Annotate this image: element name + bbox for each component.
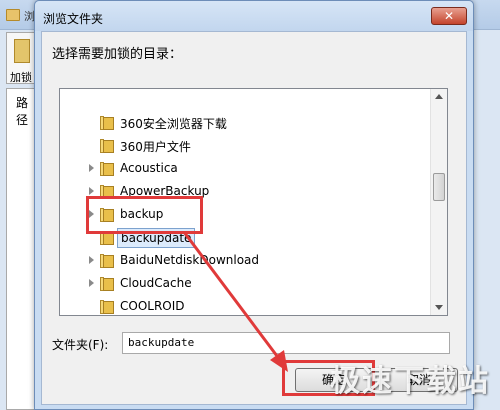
annotation-arrow-head	[270, 350, 288, 372]
watermark: 极速下载站	[330, 364, 490, 399]
annotation-arrow-shaft	[182, 231, 285, 365]
annotation-arrow	[182, 231, 288, 372]
